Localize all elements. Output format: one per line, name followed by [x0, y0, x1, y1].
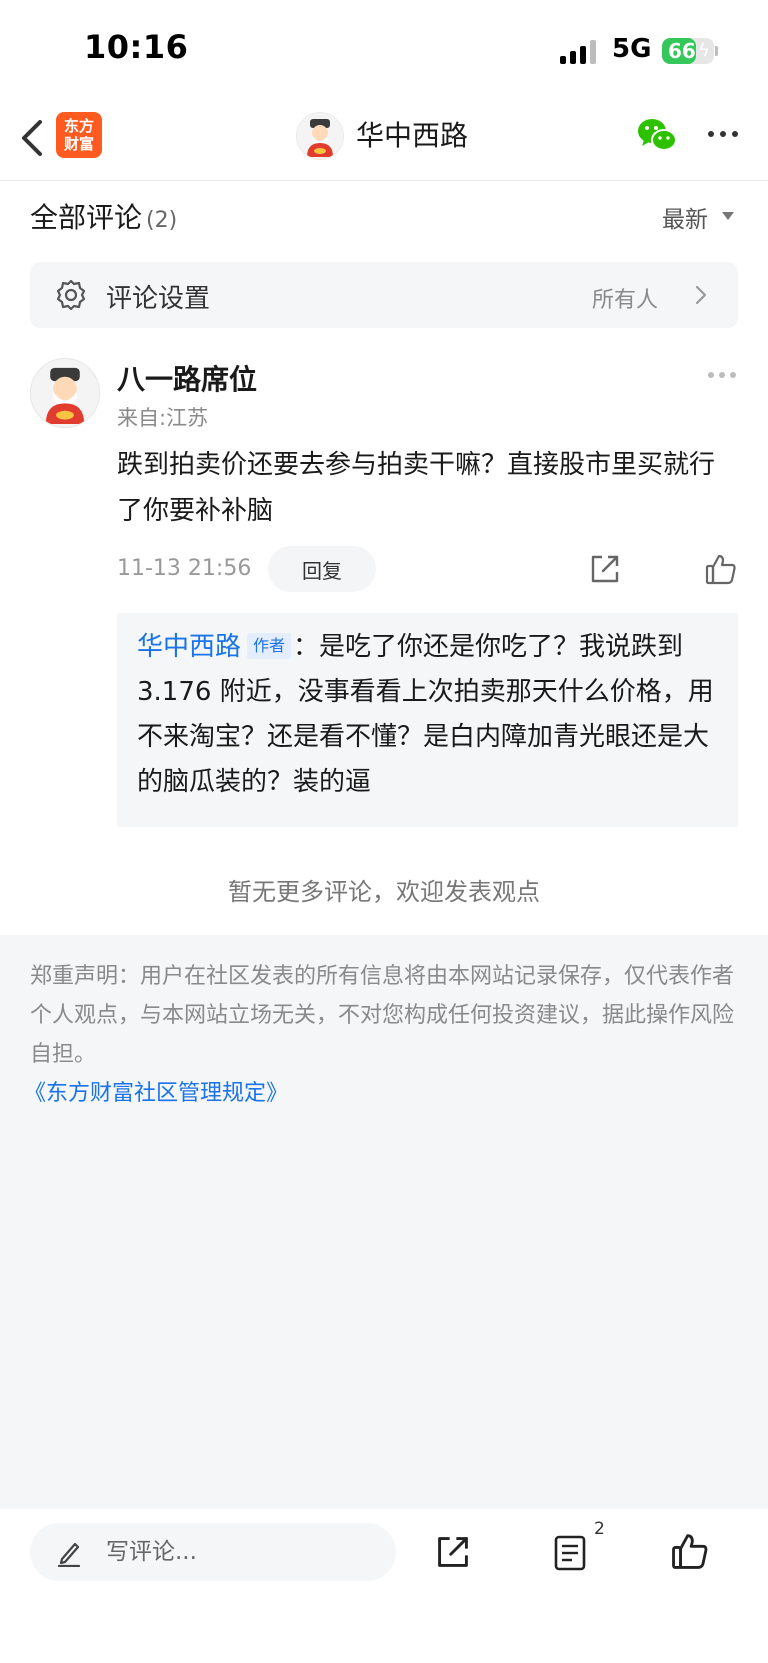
reply-quote-box[interactable]: 华中西路 作者 ：是吃了你还是你吃了？我说跌到 3.176 附近，没事看看上次拍卖那… [117, 613, 738, 827]
thumbs-up-icon[interactable] [704, 552, 738, 586]
commenter-avatar[interactable] [30, 358, 100, 428]
author-badge: 作者 [247, 633, 292, 659]
battery-cap [715, 46, 718, 56]
reply-separator: ： [293, 632, 320, 662]
nav-title: 华中西路 [356, 119, 469, 152]
signal-icon [560, 38, 600, 64]
commenter-location: 来自:江苏 [117, 406, 209, 430]
comment-text: 跌到拍卖价还要去参与拍卖干嘛？直接股市里买就行了你要补补脑 [117, 450, 716, 526]
status-time: 10:16 [84, 28, 189, 66]
network-label: 5G [612, 34, 652, 64]
charging-bolt-icon: ϟ [698, 40, 710, 61]
bottom-action-bar: 2 [0, 1509, 768, 1663]
sort-dropdown[interactable]: 最新 [662, 200, 708, 234]
comments-title-label: 全部评论 [30, 201, 143, 234]
commenter-name[interactable]: 八一路席位 [117, 358, 257, 398]
eastmoney-logo[interactable]: 东方 财富 [56, 112, 102, 158]
reply-author-link[interactable]: 华中西路 [137, 632, 241, 662]
fortune-god-avatar-icon [307, 119, 333, 157]
comments-count: (2) [146, 208, 178, 233]
share-icon[interactable] [588, 552, 622, 586]
caret-down-icon[interactable] [722, 212, 734, 220]
share-icon[interactable] [434, 1533, 472, 1571]
no-more-comments-text: 暂无更多评论，欢迎发表观点 [228, 878, 540, 906]
logo-line-1: 东方 [63, 117, 94, 135]
nav-bar: 东方 财富 华中西路 [0, 100, 768, 181]
logo-line-2: 财富 [63, 135, 94, 153]
comments-list-icon[interactable] [552, 1533, 588, 1573]
battery-icon: 66 ϟ [662, 38, 714, 64]
wechat-share-icon[interactable] [636, 116, 678, 154]
disclaimer-section: 郑重声明：用户在社区发表的所有信息将由本网站记录保存，仅代表作者个人观点，与本网… [0, 935, 768, 1509]
disclaimer-text: 郑重声明：用户在社区发表的所有信息将由本网站记录保存，仅代表作者个人观点，与本网… [30, 964, 735, 1067]
chevron-right-icon [695, 285, 707, 305]
thumbs-up-icon[interactable] [670, 1531, 710, 1571]
comment-input[interactable] [30, 1523, 396, 1581]
comment-settings-row[interactable]: 评论设置 所有人 [30, 262, 738, 328]
back-arrow-icon[interactable] [18, 118, 46, 158]
fortune-god-avatar-icon [45, 367, 85, 425]
reply-button[interactable]: 回复 [268, 546, 376, 592]
settings-label: 评论设置 [106, 284, 211, 314]
pencil-icon [57, 1542, 81, 1567]
gear-icon [56, 279, 86, 311]
comment-timestamp: 11-13 21:56 [117, 556, 252, 581]
comment-count-badge: 2 [594, 1519, 605, 1539]
comment-more-icon[interactable] [708, 372, 736, 378]
community-rules-link[interactable]: 《东方财富社区管理规定》 [24, 1075, 288, 1107]
reply-quote-text: 华中西路 作者 ：是吃了你还是你吃了？我说跌到 3.176 附近，没事看看上次拍卖那… [137, 625, 721, 805]
settings-value: 所有人 [592, 288, 659, 313]
more-menu-icon[interactable] [708, 126, 744, 142]
battery-level: 66 [668, 39, 696, 63]
author-avatar[interactable] [296, 112, 344, 160]
comments-title: 全部评论 (2) [30, 196, 177, 236]
